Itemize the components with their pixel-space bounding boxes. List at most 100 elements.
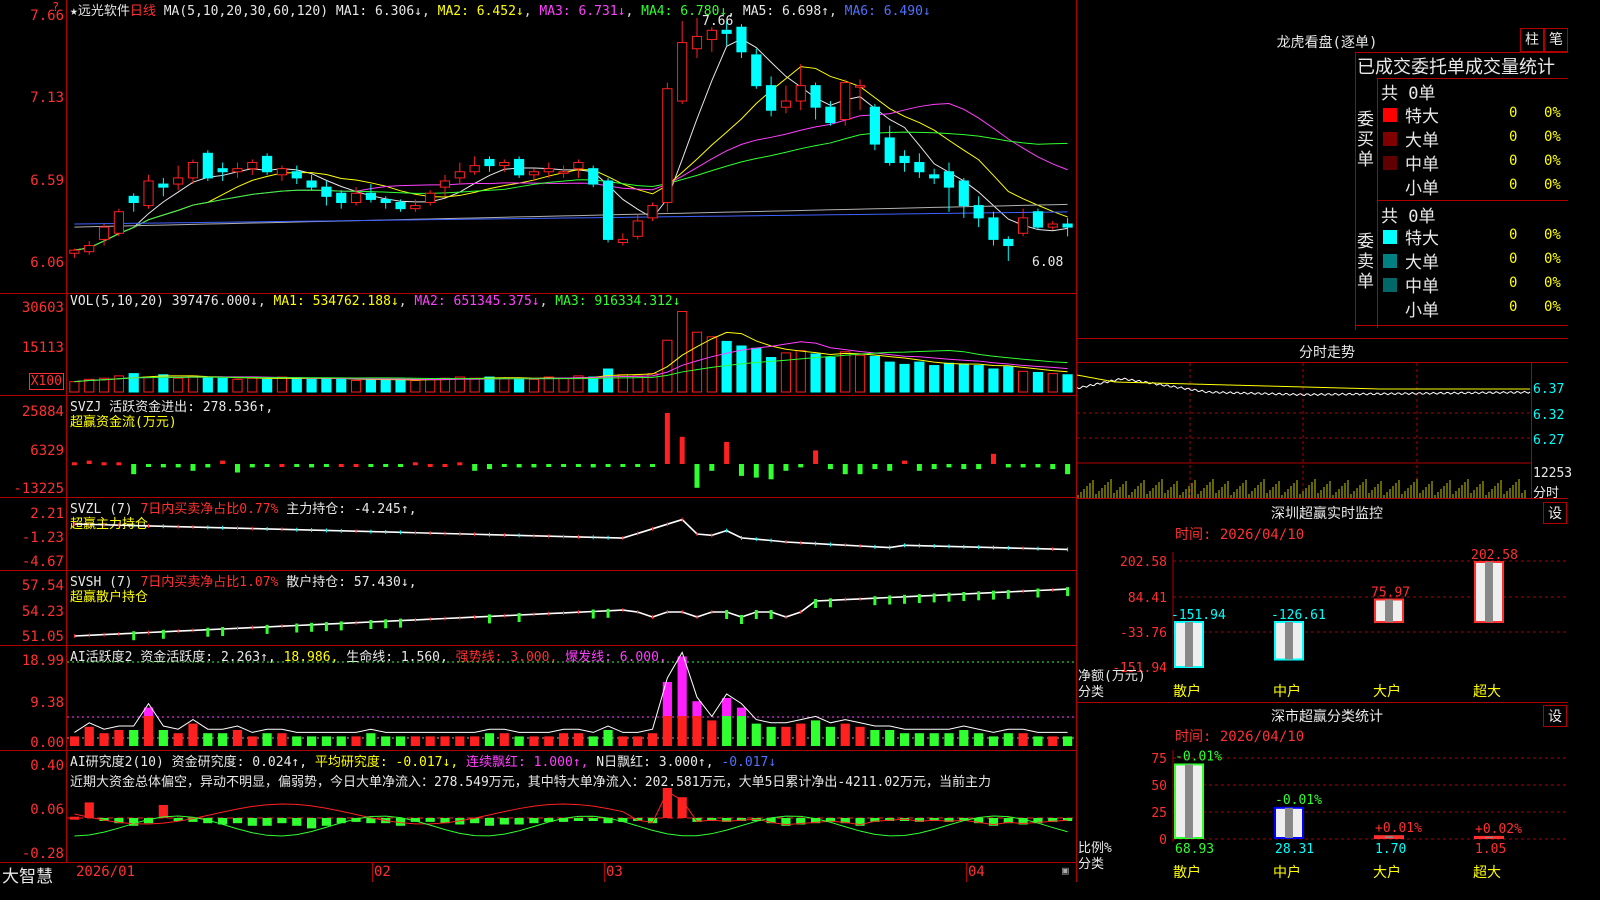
flow-bar — [694, 464, 700, 488]
intraday-chart[interactable] — [1077, 363, 1532, 498]
bar-value-label: -151.94 — [1171, 608, 1226, 623]
candle-body — [1047, 223, 1058, 228]
candle-body — [98, 226, 110, 240]
candle-body — [988, 217, 999, 240]
volume-bar — [469, 377, 480, 393]
monitor-settings-button[interactable]: 设 — [1543, 502, 1567, 524]
candle-body — [217, 168, 228, 173]
y-tick: 0.06 — [30, 802, 64, 818]
candle-body — [706, 29, 717, 41]
bar-top-label: +0.02% — [1475, 822, 1522, 837]
volume-bar — [810, 353, 821, 393]
flow-bar — [946, 464, 952, 468]
divider — [0, 862, 1077, 863]
kline-area[interactable]: ★远光软件日线 MA(5,10,20,30,60,120) MA1: 6.306… — [0, 0, 1077, 887]
research-bar — [306, 818, 317, 829]
order-count: 0 — [1509, 299, 1518, 315]
candle-body — [202, 152, 213, 179]
candlestick-chart[interactable] — [67, 14, 1075, 292]
flow-bar — [323, 464, 329, 467]
flow-bar — [472, 464, 478, 471]
candle-body — [914, 162, 925, 173]
volume-bar — [173, 377, 184, 393]
x-label: 分类 — [1078, 685, 1104, 700]
net-flow-bar-chart[interactable]: 202.5884.41-33.76-151.94-151.94 -126.6175… — [1077, 540, 1568, 700]
activity-bar — [158, 730, 168, 746]
flow-bar — [442, 464, 448, 467]
activity-bar — [751, 723, 761, 746]
volume-bar — [899, 363, 910, 393]
money-flow-chart[interactable] — [67, 400, 1075, 496]
candle-body — [884, 137, 895, 164]
y-tick: 7.13 — [30, 90, 64, 106]
flow-bar — [561, 464, 567, 467]
activity-bar — [781, 726, 791, 746]
y-tick: 0.00 — [30, 735, 64, 751]
activity-bar — [544, 736, 554, 746]
classify-settings-button[interactable]: 设 — [1543, 705, 1567, 727]
activity-bar — [603, 730, 613, 746]
research-bar — [484, 818, 495, 826]
volume-bar — [543, 376, 554, 393]
order-pct: 0% — [1544, 105, 1561, 121]
activity-bar — [484, 733, 495, 746]
order-count: 0 — [1509, 153, 1518, 169]
flow-bar — [575, 464, 581, 467]
brand-logo[interactable]: 大智慧 — [2, 862, 53, 887]
fenshi-price: 6.27 — [1533, 433, 1565, 448]
volume-bar — [766, 357, 777, 393]
candle-body — [736, 26, 747, 53]
activity-bar — [692, 716, 702, 746]
vol-unit-button[interactable]: X100 — [28, 373, 64, 390]
research-bar — [69, 816, 80, 820]
legend-swatch — [1383, 278, 1397, 292]
volume-chart[interactable] — [67, 300, 1075, 394]
volume-bar — [721, 340, 732, 393]
main-force-position-chart[interactable] — [67, 500, 1075, 570]
candle-body — [780, 100, 792, 108]
order-count: 0 — [1509, 227, 1518, 243]
flow-bar — [516, 464, 522, 468]
research-bar — [573, 818, 584, 821]
activity-bar — [766, 726, 776, 746]
lhb-title: 龙虎看盘(逐单) — [1276, 35, 1378, 51]
volume-bar — [1032, 371, 1044, 393]
lock-icon[interactable]: ▣ — [1062, 864, 1069, 877]
buy-total: 共 0单 — [1381, 84, 1436, 104]
flow-bar — [531, 464, 537, 468]
activity-bar — [129, 730, 139, 746]
candle-body — [187, 162, 199, 179]
flow-bar-shade — [1485, 562, 1493, 622]
volume-bar — [291, 377, 302, 393]
order-count: 0 — [1509, 129, 1518, 145]
y-tick: 84.41 — [1128, 591, 1167, 606]
activity-bar — [321, 736, 332, 746]
bar-view-button[interactable]: 柱 — [1520, 28, 1544, 52]
flow-bar — [857, 464, 863, 475]
y-tick: 9.38 — [30, 695, 64, 711]
candle-body — [543, 168, 554, 173]
volume-bar — [988, 368, 999, 393]
tick-view-button[interactable]: 笔 — [1544, 28, 1568, 52]
volume-bar — [187, 375, 199, 393]
activity-bar — [1033, 736, 1043, 746]
capital-research-chart[interactable] — [67, 788, 1075, 860]
activity-bar — [69, 736, 80, 746]
volume-bar — [884, 361, 895, 393]
capital-activity-chart[interactable] — [67, 650, 1075, 748]
activity-bar — [810, 720, 821, 746]
activity-bar — [336, 736, 346, 746]
stats-title: 已成交委托单成交量统计 — [1357, 57, 1555, 78]
flow-bar — [976, 464, 982, 470]
ratio-bar-chart[interactable]: 75 50 25 0 -0.01% 68.93 -0.01% 28.31 +0.01% 1.70 +… — [1077, 742, 1568, 882]
activity-line — [74, 651, 1068, 733]
candle-body — [647, 205, 658, 219]
candle-body — [499, 162, 510, 167]
category-label: 大户 — [1373, 864, 1401, 881]
retail-position-chart[interactable] — [67, 573, 1075, 645]
order-count: 0 — [1509, 105, 1518, 121]
candle-body — [1032, 211, 1044, 228]
y-tick: 6329 — [30, 443, 64, 459]
legend-swatch — [1383, 156, 1397, 170]
candle-body — [173, 177, 184, 185]
